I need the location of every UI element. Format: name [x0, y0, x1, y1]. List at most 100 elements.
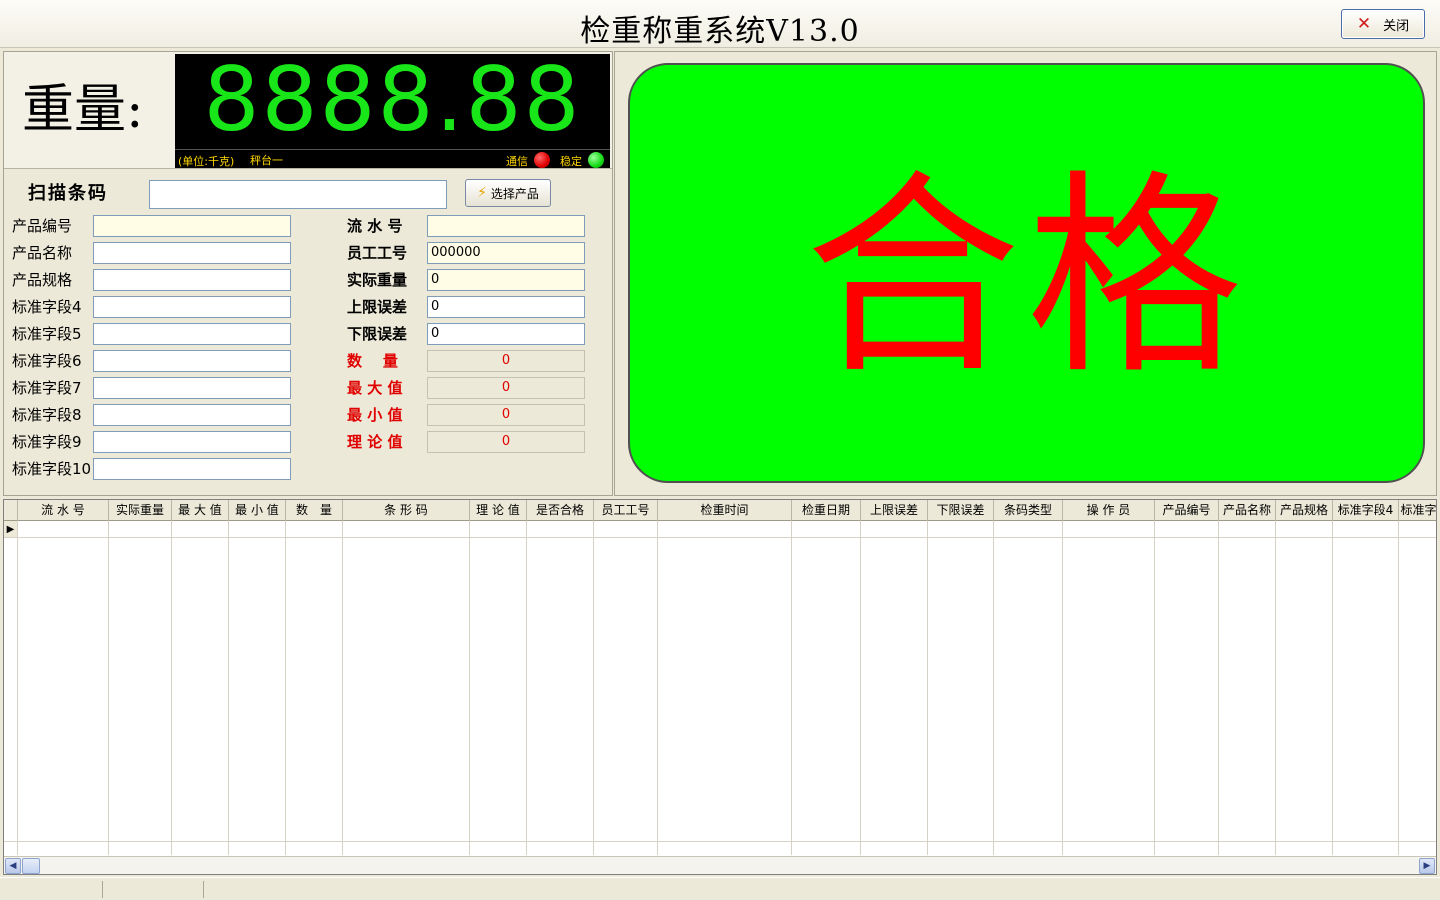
serial-no-field[interactable]	[427, 215, 585, 237]
column-body	[229, 538, 286, 855]
window-title: 检重称重系统V13.0	[580, 14, 860, 49]
std-field8-label: 标准字段8	[12, 406, 82, 424]
table-cell[interactable]	[470, 521, 527, 538]
product-code-field[interactable]	[93, 215, 291, 237]
std-field6-field[interactable]	[93, 350, 291, 372]
product-spec-label: 产品规格	[12, 271, 73, 289]
select-product-label: 选择产品	[490, 186, 539, 201]
column-header[interactable]: 最 大 值	[172, 500, 229, 521]
column-header[interactable]: 上限误差	[861, 500, 928, 521]
column-header[interactable]: 流 水 号	[18, 500, 109, 521]
scroll-left-icon[interactable]: ◀	[5, 858, 21, 874]
column-header[interactable]: 是否合格	[527, 500, 594, 521]
std-field10-field[interactable]	[93, 458, 291, 480]
lower-tolerance-field[interactable]: 0	[427, 323, 585, 345]
select-product-button[interactable]: ⚡ 选择产品	[465, 179, 551, 207]
column-header[interactable]: 理 论 值	[470, 500, 527, 521]
table-footer-row	[4, 841, 1436, 855]
column-header[interactable]: 标准字段4	[1333, 500, 1399, 521]
records-table[interactable]: 流 水 号实际重量最 大 值最 小 值数 量条 形 码理 论 值是否合格 员工工号…	[3, 499, 1437, 875]
table-cell[interactable]	[658, 521, 792, 538]
column-header[interactable]: 操 作 员	[1063, 500, 1155, 521]
table-cell[interactable]	[18, 521, 109, 538]
column-header[interactable]: 检重时间	[658, 500, 792, 521]
scan-barcode-input[interactable]	[149, 180, 447, 209]
table-cell[interactable]	[229, 521, 286, 538]
table-cell[interactable]	[994, 521, 1063, 538]
result-indicator: 合格	[628, 63, 1425, 483]
std-field10-label: 标准字段10	[12, 460, 92, 478]
column-body	[594, 538, 658, 855]
column-header[interactable]: 产品名称	[1219, 500, 1276, 521]
close-button[interactable]: ✕ 关闭	[1341, 9, 1425, 39]
column-header[interactable]: 条 形 码	[343, 500, 470, 521]
serial-no-label: 流 水 号	[347, 217, 403, 235]
column-body	[470, 538, 527, 855]
column-header[interactable]: 实际重量	[109, 500, 172, 521]
column-body	[1333, 538, 1399, 855]
table-body	[4, 538, 1436, 855]
table-cell[interactable]	[594, 521, 658, 538]
horizontal-scrollbar[interactable]: ◀ ▶	[4, 856, 1436, 874]
status-divider	[203, 881, 204, 898]
info-panel: 重量: 8888.88 (单位:千克) 秤台一 通信 稳定 扫描条码 ⚡ 选择产…	[3, 50, 613, 496]
column-header[interactable]: 产品规格	[1276, 500, 1333, 521]
std-field8-field[interactable]	[93, 404, 291, 426]
column-header[interactable]: 条码类型	[994, 500, 1063, 521]
checkweigher-window: 检重称重系统V13.0 ✕ 关闭 重量: 8888.88 (单位:千克) 秤台一…	[0, 0, 1440, 900]
column-body	[527, 538, 594, 855]
column-body	[109, 538, 172, 855]
table-cell[interactable]	[861, 521, 928, 538]
column-header[interactable]: 产品编号	[1155, 500, 1219, 521]
employee-id-label: 员工工号	[347, 244, 408, 262]
table-cell[interactable]	[109, 521, 172, 538]
table-cell[interactable]	[343, 521, 470, 538]
column-header[interactable]: 最 小 值	[229, 500, 286, 521]
table-header: 流 水 号实际重量最 大 值最 小 值数 量条 形 码理 论 值是否合格 员工工号…	[4, 500, 1436, 521]
table-cell[interactable]	[1399, 521, 1436, 538]
table-row[interactable]	[4, 521, 1436, 538]
table-cell[interactable]	[1063, 521, 1155, 538]
column-body	[792, 538, 861, 855]
table-cell[interactable]	[172, 521, 229, 538]
column-header[interactable]: 下限误差	[928, 500, 994, 521]
std-field5-field[interactable]	[93, 323, 291, 345]
product-name-label: 产品名称	[12, 244, 73, 262]
upper-tolerance-field[interactable]: 0	[427, 296, 585, 318]
product-name-field[interactable]	[93, 242, 291, 264]
actual-weight-field[interactable]: 0	[427, 269, 585, 291]
column-header[interactable]: 检重日期	[792, 500, 861, 521]
table-cell[interactable]	[1333, 521, 1399, 538]
table-cell[interactable]	[1155, 521, 1219, 538]
std-field9-label: 标准字段9	[12, 433, 82, 451]
scan-barcode-label: 扫描条码	[28, 183, 108, 204]
table-cell[interactable]	[286, 521, 343, 538]
count-value: 0	[427, 350, 585, 372]
column-body	[1399, 538, 1436, 855]
result-text: 合格	[804, 152, 1249, 403]
table-cell[interactable]	[1219, 521, 1276, 538]
scroll-right-icon[interactable]: ▶	[1419, 858, 1435, 874]
table-cell[interactable]	[527, 521, 594, 538]
column-header[interactable]: 数 量	[286, 500, 343, 521]
std-field4-field[interactable]	[93, 296, 291, 318]
scroll-thumb[interactable]	[22, 858, 40, 874]
result-panel: 合格	[614, 51, 1437, 496]
table-cell[interactable]	[928, 521, 994, 538]
product-spec-field[interactable]	[93, 269, 291, 291]
min-value: 0	[427, 404, 585, 426]
column-header[interactable]: 标准字	[1399, 500, 1436, 521]
header-corner	[4, 500, 18, 521]
column-body	[861, 538, 928, 855]
table-cell[interactable]	[1276, 521, 1333, 538]
employee-id-field[interactable]: 000000	[427, 242, 585, 264]
theoretical-value-label: 理 论 值	[347, 433, 403, 451]
column-body	[286, 538, 343, 855]
column-header[interactable]: 员工工号	[594, 500, 658, 521]
std-field9-field[interactable]	[93, 431, 291, 453]
count-label: 数 量	[347, 352, 398, 370]
display-footer: (单位:千克) 秤台一 通信 稳定	[175, 149, 610, 168]
std-field6-label: 标准字段6	[12, 352, 82, 370]
std-field7-field[interactable]	[93, 377, 291, 399]
table-cell[interactable]	[792, 521, 861, 538]
